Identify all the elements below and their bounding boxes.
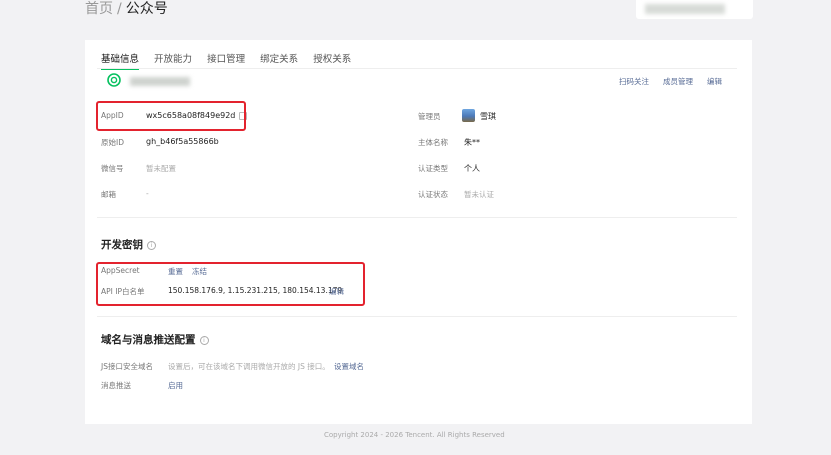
- cert-status-value: 暂未认证: [464, 190, 494, 199]
- cert-type-value: 个人: [464, 164, 480, 173]
- divider: [97, 316, 737, 317]
- dev-key-highlight-box: [96, 262, 365, 306]
- admin-value: 雪琪: [480, 112, 496, 121]
- tab-binding[interactable]: 绑定关系: [260, 51, 298, 68]
- account-edit-link[interactable]: 编辑: [707, 76, 722, 87]
- tab-divider: [97, 68, 737, 69]
- member-manage-link[interactable]: 成员管理: [663, 76, 693, 87]
- avatar: [462, 109, 475, 122]
- js-domain-label: JS接口安全域名: [101, 362, 153, 371]
- breadcrumb-separator: /: [117, 1, 122, 17]
- msg-push-enable-link[interactable]: 启用: [168, 380, 183, 391]
- breadcrumb-current: 公众号: [125, 1, 168, 17]
- cert-type-label: 认证类型: [418, 164, 448, 173]
- dev-key-title-text: 开发密钥: [101, 239, 143, 251]
- subject-label: 主体名称: [418, 138, 448, 147]
- subject-value: 朱**: [464, 138, 480, 147]
- wechat-id-value: 暂未配置: [146, 164, 176, 173]
- wechat-id-label: 微信号: [101, 164, 124, 173]
- account-name-blurred: [130, 77, 190, 86]
- info-icon[interactable]: i: [199, 335, 209, 345]
- breadcrumb-home[interactable]: 首页: [85, 1, 113, 17]
- divider: [97, 217, 737, 218]
- user-menu[interactable]: [636, 0, 753, 19]
- admin-label: 管理员: [418, 112, 441, 121]
- domain-push-title: 域名与消息推送配置 i: [101, 332, 209, 347]
- tab-interface-management[interactable]: 接口管理: [207, 51, 245, 68]
- info-icon[interactable]: i: [147, 240, 156, 250]
- appid-highlight-box: [96, 101, 246, 131]
- email-value: -: [146, 189, 149, 198]
- footer-copyright: Copyright 2024 - 2026 Tencent. All Right…: [324, 431, 505, 439]
- tab-authorization[interactable]: 授权关系: [313, 51, 351, 68]
- tab-open-capability[interactable]: 开放能力: [154, 51, 192, 68]
- msg-push-label: 消息推送: [101, 381, 131, 390]
- breadcrumb: 首页 / 公众号: [85, 0, 168, 18]
- set-domain-link[interactable]: 设置域名: [334, 361, 364, 372]
- original-id-value: gh_b46f5a55866b: [146, 137, 219, 146]
- dev-key-title: 开发密钥 i: [101, 237, 156, 252]
- user-name-blurred: [645, 4, 725, 14]
- scan-follow-link[interactable]: 扫码关注: [619, 76, 649, 87]
- cert-status-label: 认证状态: [418, 190, 448, 199]
- email-label: 邮箱: [101, 190, 116, 199]
- original-id-label: 原始ID: [101, 138, 124, 147]
- domain-push-title-text: 域名与消息推送配置: [101, 334, 196, 346]
- account-logo-icon: [107, 73, 121, 87]
- js-domain-desc: 设置后，可在该域名下调用微信开放的 JS 接口。: [168, 362, 330, 371]
